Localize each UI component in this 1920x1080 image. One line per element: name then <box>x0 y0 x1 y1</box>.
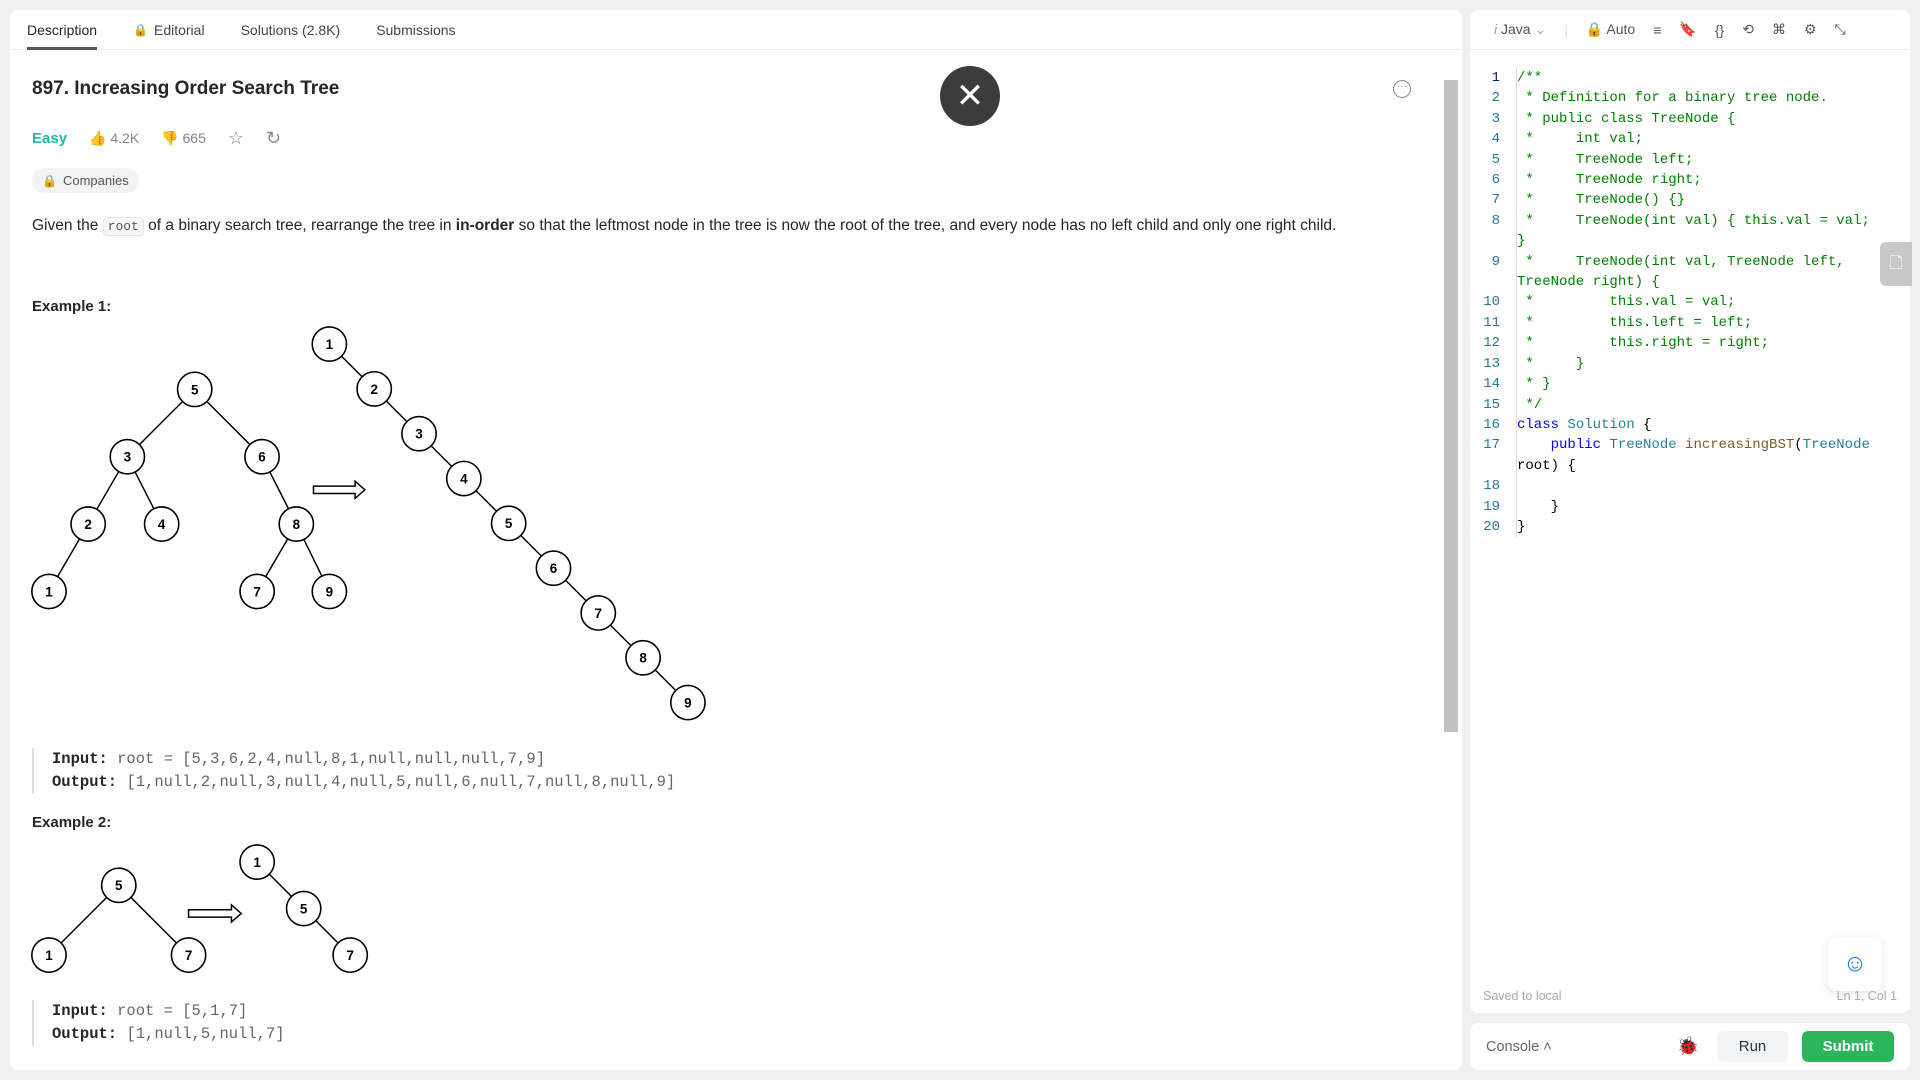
dislike-button[interactable]: 👎 665 <box>161 130 206 147</box>
tab-bar: Description 🔒 Editorial Solutions (2.8K) … <box>10 10 1462 50</box>
line-number: 8 <box>1491 212 1500 229</box>
run-button[interactable]: Run <box>1717 1031 1788 1062</box>
tab-submissions[interactable]: Submissions <box>376 10 455 50</box>
code-line[interactable]: 13 * } <box>1470 353 1910 375</box>
code-line[interactable]: 18 <box>1470 476 1910 497</box>
code-line[interactable]: 4 * int val; <box>1470 129 1910 150</box>
auto-mode-toggle[interactable]: 🔒 Auto <box>1586 21 1635 38</box>
line-number: 5 <box>1491 151 1500 168</box>
code-line[interactable]: 8 * TreeNode(int val) { this.val = val; … <box>1470 210 1910 252</box>
tab-description[interactable]: Description <box>27 10 98 50</box>
line-number: 14 <box>1483 376 1500 393</box>
code-line[interactable]: 9 * TreeNode(int val, TreeNode left, Tre… <box>1470 251 1910 293</box>
braces-icon[interactable]: {} <box>1715 22 1724 38</box>
tab-editorial[interactable]: 🔒 Editorial <box>133 10 205 50</box>
example-2-label: Example 2: <box>32 814 112 831</box>
code-line[interactable]: 10 * this.val = val; <box>1470 292 1910 313</box>
feedback-button[interactable]: ☺ <box>1828 937 1882 991</box>
code-line[interactable]: 5 * TreeNode left; <box>1470 149 1910 171</box>
line-number: 10 <box>1483 294 1500 311</box>
code-line[interactable]: 15 */ <box>1470 394 1910 415</box>
code-line[interactable]: 16 class Solution { <box>1470 414 1910 436</box>
line-number: 12 <box>1483 335 1500 352</box>
lock-icon: 🔒 <box>133 22 148 37</box>
scrollbar-thumb[interactable] <box>1444 80 1458 732</box>
line-number: 18 <box>1483 478 1500 495</box>
line-number: 7 <box>1491 192 1500 209</box>
code-line[interactable]: 2 * Definition for a binary tree node. <box>1470 88 1910 109</box>
page-title: 897. Increasing Order Search Tree <box>32 78 340 99</box>
problem-meta: Easy 👍 4.2K 👎 665 ☆ ↻ <box>32 128 281 149</box>
code-line[interactable]: 1/** <box>1470 68 1910 89</box>
star-icon[interactable]: ☆ <box>228 128 244 149</box>
line-number: 16 <box>1483 416 1500 433</box>
line-number: 11 <box>1483 314 1500 331</box>
code-line[interactable]: 7 * TreeNode() {} <box>1470 190 1910 211</box>
close-button[interactable]: ✕ <box>940 66 1000 126</box>
code-area[interactable]: 1/** 2 * Definition for a binary tree nod… <box>1470 68 1910 538</box>
code-line[interactable]: 17 public TreeNode increasingBST(TreeNod… <box>1470 435 1910 477</box>
close-icon: ✕ <box>955 77 985 115</box>
line-number: 2 <box>1491 90 1500 107</box>
line-number: 3 <box>1491 110 1500 127</box>
companies-chip[interactable]: 🔒 Companies <box>32 168 139 193</box>
debug-icon[interactable]: 🐞 <box>1677 1036 1699 1057</box>
code-editor-panel: i Java ⌄ | 🔒 Auto ≡ 🔖 {} ⟲ ⌘ ⚙ ⤡ 1/** 2 *… <box>1470 10 1912 1013</box>
code-line[interactable]: 3 * public class TreeNode { <box>1470 108 1910 130</box>
line-number: 6 <box>1491 172 1500 189</box>
scrollbar[interactable] <box>1442 58 1458 1068</box>
chat-smile-icon: ☺ <box>1842 950 1868 977</box>
code-line[interactable]: 11 * this.left = left; <box>1470 312 1910 334</box>
bookmark-icon[interactable]: 🔖 <box>1679 21 1696 38</box>
like-button[interactable]: 👍 4.2K <box>89 130 139 147</box>
command-icon[interactable]: ⌘ <box>1772 21 1786 38</box>
collapse-icon[interactable]: ⤡ <box>1835 21 1846 38</box>
line-number: 4 <box>1491 131 1500 148</box>
language-select[interactable]: i Java ⌄ <box>1494 21 1546 38</box>
format-icon[interactable]: ≡ <box>1653 22 1661 38</box>
notes-icon[interactable]: 🗋 <box>1880 242 1912 286</box>
code-line[interactable]: 14 * } <box>1470 374 1910 395</box>
line-number: 19 <box>1483 498 1500 515</box>
example-1-io: Input: root = [5,3,6,2,4,null,8,1,null,n… <box>32 748 675 794</box>
lock-icon: 🔒 <box>42 174 57 188</box>
code-line[interactable]: 20} <box>1470 516 1910 538</box>
line-number: 13 <box>1483 355 1500 372</box>
description-panel: Description 🔒 Editorial Solutions (2.8K) … <box>10 10 1462 1070</box>
more-icon[interactable]: ··· <box>1393 80 1411 98</box>
code-line[interactable]: 12 * this.right = right; <box>1470 333 1910 354</box>
code-line[interactable]: 6 * TreeNode right; <box>1470 170 1910 191</box>
line-number: 9 <box>1491 253 1500 270</box>
lock-icon: 🔒 <box>1585 21 1604 37</box>
console-toggle[interactable]: Console ˄ <box>1486 1039 1552 1055</box>
line-number: 15 <box>1483 396 1500 413</box>
editor-status: Saved to local Ln 1, Col 1 <box>1483 989 1897 1003</box>
editor-toolbar: i Java ⌄ | 🔒 Auto ≡ 🔖 {} ⟲ ⌘ ⚙ ⤡ <box>1470 10 1910 50</box>
share-icon[interactable]: ↻ <box>266 128 281 149</box>
tab-solutions[interactable]: Solutions (2.8K) <box>241 10 341 50</box>
example-1-label: Example 1: <box>32 298 112 315</box>
code-line[interactable]: 19 } <box>1470 496 1910 517</box>
example-2-io: Input: root = [5,1,7] Output: [1,null,5,… <box>32 1000 285 1046</box>
line-number: 1 <box>1491 70 1500 86</box>
problem-description: Given the root of a binary search tree, … <box>32 217 1337 236</box>
action-bar: Console ˄ 🐞 Run Submit <box>1470 1023 1910 1070</box>
submit-button[interactable]: Submit <box>1802 1031 1894 1062</box>
line-number: 17 <box>1483 437 1500 454</box>
difficulty-badge: Easy <box>32 130 68 147</box>
settings-icon[interactable]: ⚙ <box>1804 21 1817 38</box>
line-number: 20 <box>1483 518 1500 535</box>
reset-icon[interactable]: ⟲ <box>1742 21 1754 38</box>
